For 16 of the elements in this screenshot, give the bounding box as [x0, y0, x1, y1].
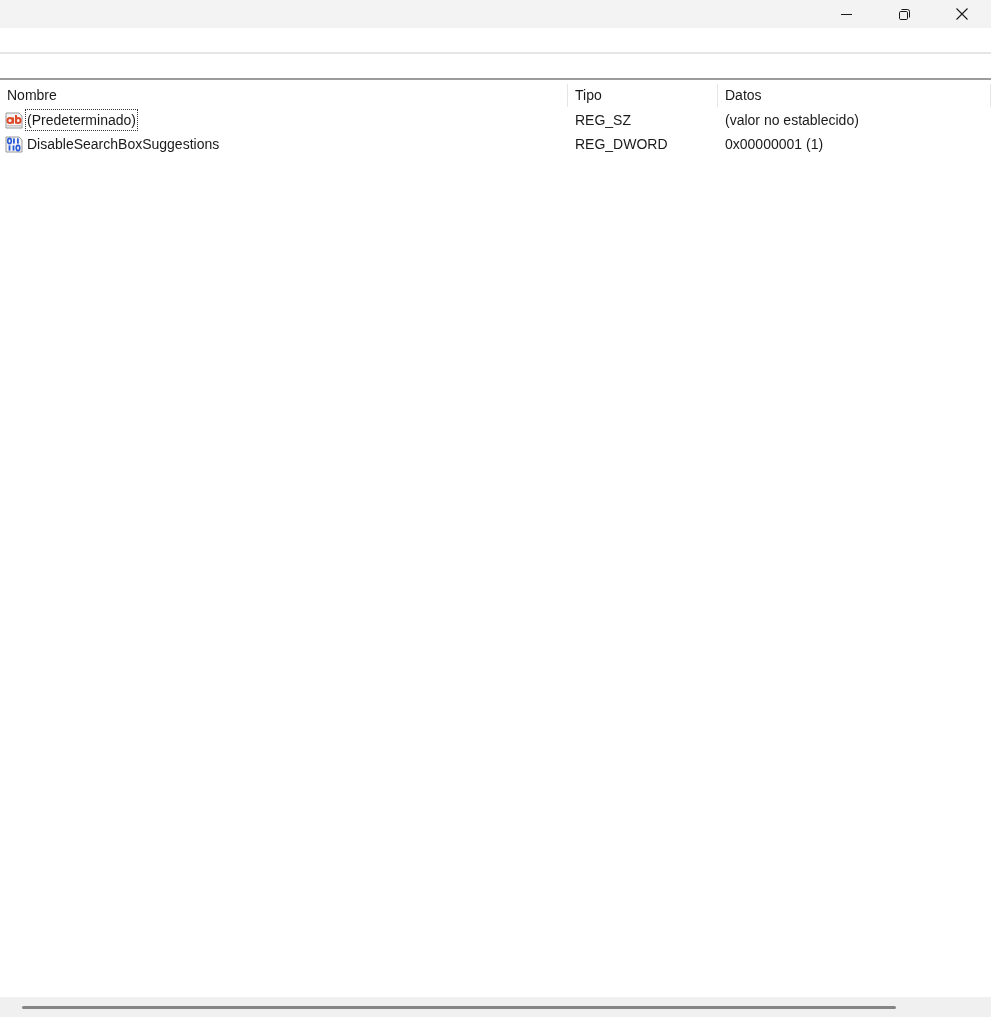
value-type: REG_DWORD — [575, 135, 668, 152]
value-data: (valor no establecido) — [725, 111, 859, 128]
value-name[interactable]: (Predeterminado) — [25, 109, 138, 131]
string-value-icon — [5, 111, 23, 129]
minimize-icon — [840, 13, 852, 15]
column-header[interactable]: Datos — [718, 84, 991, 107]
column-header[interactable]: Tipo — [568, 84, 718, 107]
value-data: 0x00000001 (1) — [725, 135, 824, 152]
value-type: REG_SZ — [575, 111, 631, 128]
close-icon — [956, 8, 968, 20]
scrollbar-thumb[interactable] — [22, 1005, 896, 1009]
restore-icon — [898, 8, 910, 20]
binary-value-icon — [5, 135, 23, 153]
column-header[interactable]: Nombre — [0, 84, 568, 107]
horizontal-scrollbar[interactable] — [0, 997, 991, 1017]
value-name[interactable]: DisableSearchBoxSuggestions — [25, 133, 222, 155]
